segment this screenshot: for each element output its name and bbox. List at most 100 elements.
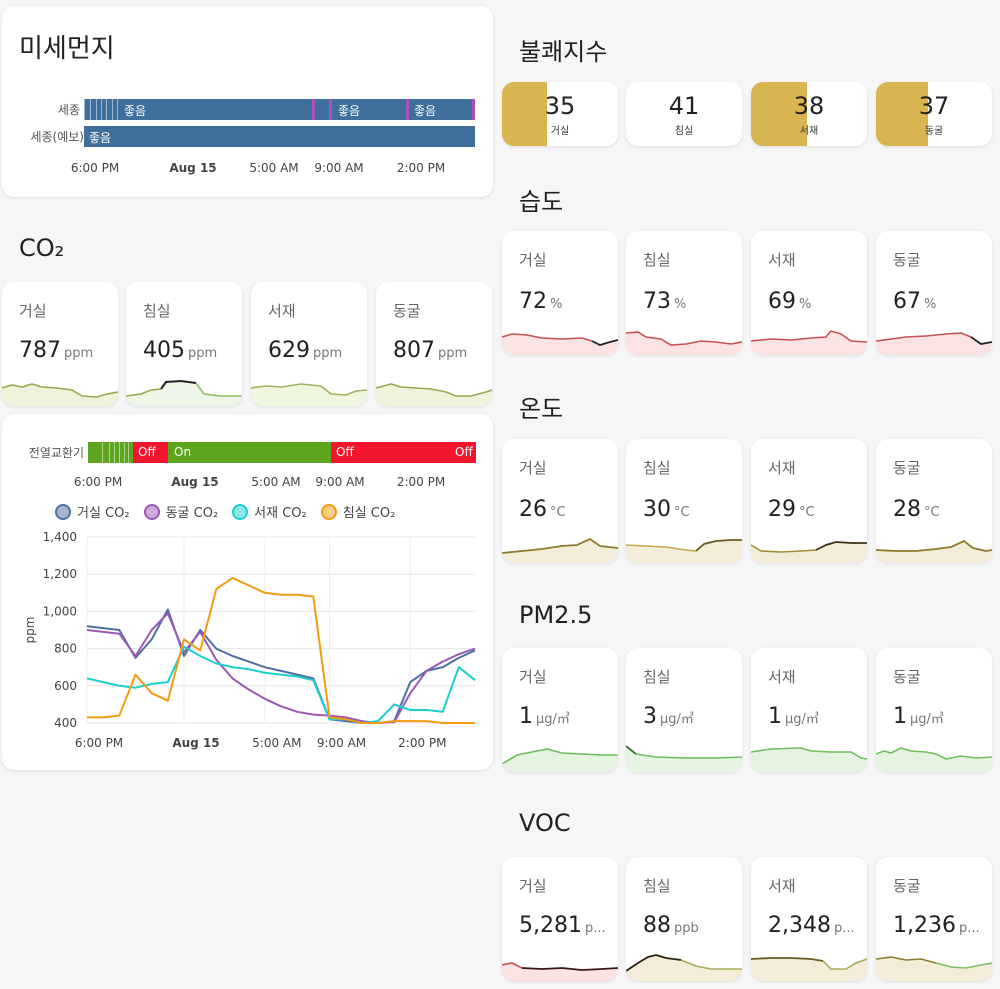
tile-value: 72% [519,289,563,314]
legend-item-study[interactable]: 서재 CO₂ [232,502,307,521]
co2-tile-cave[interactable]: 동굴 807 ppm [376,282,492,406]
axis-tick: Aug 15 [171,475,219,489]
humidity-tile-cave[interactable]: 동굴 67% [876,231,992,355]
sparkline [876,956,992,981]
tile-name: 동굴 [893,877,921,895]
sparkline [751,957,867,981]
sparkline [876,539,992,563]
y-tick-label: 400 [54,716,77,730]
humidity-tile-living[interactable]: 거실 72% [502,231,618,355]
legend-dot [320,503,337,520]
tile-name: 서재 [768,251,796,269]
tile-name: 거실 [519,459,547,477]
sparkline [876,747,992,772]
humidity-tile-study[interactable]: 서재 69% [751,231,867,355]
sparkline [2,383,118,406]
y-tick-label: 800 [54,642,77,656]
tile-value: 1,236 p... [893,913,980,938]
tile-value: 28 °C [893,497,940,522]
sparkline [502,333,618,355]
tile-value: 30 °C [643,497,690,522]
temperature-tile-bedroom[interactable]: 침실 30 °C [626,439,742,563]
discomfort-tile-cave[interactable]: 37 동굴 [876,82,992,146]
tile-name: 서재 [268,302,296,320]
tile-name: 거실 [19,302,47,320]
axis-tick: 9:00 AM [315,475,365,489]
y-tick-label: 1,000 [43,604,77,618]
tile-value: 1 µg/㎥ [893,704,944,729]
discomfort-heading: 불쾌지수 [519,38,608,66]
legend-item-living[interactable]: 거실 CO₂ [55,502,130,521]
co2-tile-study[interactable]: 서재 629 ppm [251,282,367,406]
legend-item-bedroom[interactable]: 침실 CO₂ [320,502,395,521]
discomfort-tile-study[interactable]: 38 서재 [751,82,867,146]
discomfort-value: 41 [668,92,700,120]
voc-heading: VOC [519,809,571,837]
tile-name: 동굴 [393,302,421,320]
tile-value: 26 °C [519,497,566,522]
pm25-tile-cave[interactable]: 동굴 1 µg/㎥ [876,648,992,772]
tile-name: 침실 [143,302,171,320]
voc-tile-bedroom[interactable]: 침실 88 ppb [626,857,742,981]
voc-tile-cave[interactable]: 동굴 1,236 p... [876,857,992,981]
co2-heading: CO₂ [19,234,65,262]
dust-timeline-forecast[interactable]: 좋음 [84,126,475,147]
temperature-tile-study[interactable]: 서재 29 °C [751,439,867,563]
tile-value: 2,348 p... [768,913,855,938]
co2-tile-bedroom[interactable]: 침실 405 ppm [126,282,242,406]
sparkline [251,383,367,406]
dust-title: 미세먼지 [19,34,115,64]
axis-tick: Aug 15 [169,161,217,175]
dust-segment-label: 좋음 [89,131,112,145]
tile-name: 침실 [643,877,671,895]
tile-name: 침실 [643,668,671,686]
x-tick-label: 5:00 AM [252,736,301,750]
humidity-tile-bedroom[interactable]: 침실 73% [626,231,742,355]
axis-tick: 6:00 PM [73,475,123,489]
tile-value: 67% [893,289,937,314]
erv-segment-label: Off [455,445,473,459]
voc-tile-living[interactable]: 거실 5,281 p... [502,857,618,981]
discomfort-room: 동굴 [924,126,944,137]
pm25-tile-living[interactable]: 거실 1 µg/㎥ [502,648,618,772]
sparkline [502,748,618,772]
voc-tile-study[interactable]: 서재 2,348 p... [751,857,867,981]
tile-name: 서재 [768,877,796,895]
sparkline [376,383,492,406]
x-tick-label: 2:00 PM [398,736,446,750]
sparkline [502,537,618,563]
pm25-tile-bedroom[interactable]: 침실 3 µg/㎥ [626,648,742,772]
sparkline [502,962,618,981]
x-tick-label: Aug 15 [172,736,219,750]
tile-value: 405 ppm [143,338,218,363]
tile-name: 서재 [768,459,796,477]
discomfort-room: 침실 [674,126,694,137]
legend-item-cave[interactable]: 동굴 CO₂ [143,502,218,521]
temperature-tile-living[interactable]: 거실 26 °C [502,439,618,563]
erv-segment-label: On [174,445,192,459]
co2-line-chart[interactable]: 1,400 1,200 1,000 800 600 400 6:00 PM Aug 15 5:0… [2,525,493,760]
humidity-heading: 습도 [519,188,564,216]
tile-name: 침실 [643,251,671,269]
discomfort-tile-living[interactable]: 35 거실 [502,82,618,146]
axis-tick: 5:00 AM [251,475,301,489]
dust-segment-label: 좋음 [124,104,147,118]
tile-value: 3 µg/㎥ [643,704,694,729]
temperature-heading: 온도 [519,395,564,423]
y-tick-label: 600 [54,679,77,693]
pm25-tile-study[interactable]: 서재 1 µg/㎥ [751,648,867,772]
tile-name: 거실 [519,668,547,686]
temperature-tile-cave[interactable]: 동굴 28 °C [876,439,992,563]
dust-timeline-sejong[interactable]: 좋음 좋음 좋음 [84,99,475,120]
tile-value: 29 °C [768,497,815,522]
co2-tile-living[interactable]: 거실 787 ppm [2,282,118,406]
series-line-cave [86,612,476,724]
dust-card: 미세먼지 세종 좋음 좋음 좋음 세종(예보) 좋음 6:00 PM Aug 1… [2,6,493,197]
sparkline [626,954,742,981]
erv-timeline[interactable]: Off On Off Off [88,442,476,463]
tile-value: 1 µg/㎥ [768,704,819,729]
discomfort-tile-bedroom[interactable]: 41 침실 [626,82,742,146]
sparkline [751,541,867,563]
tile-value: 629 ppm [268,338,343,363]
dust-segment-label: 좋음 [338,104,361,118]
